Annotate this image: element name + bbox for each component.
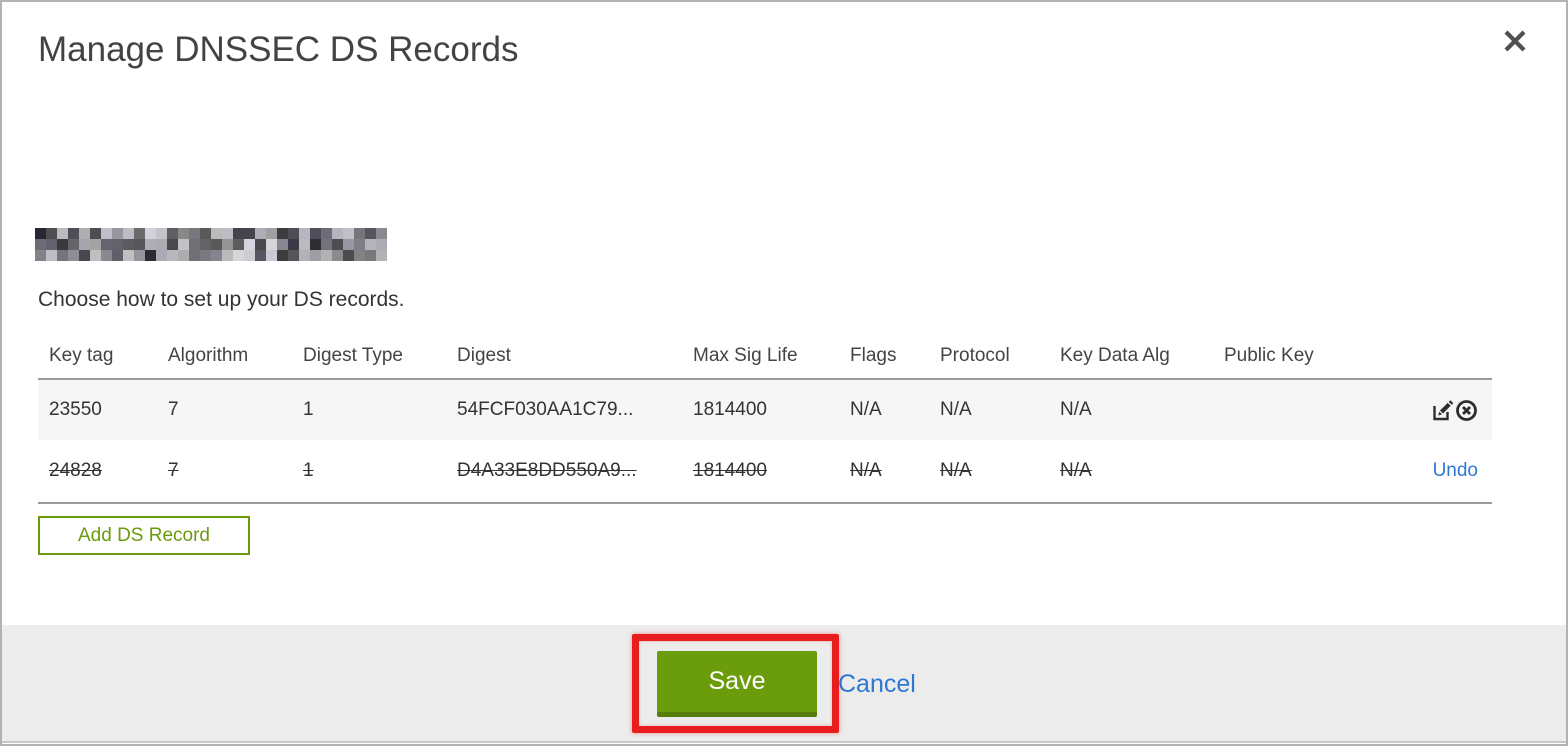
- edit-record-button[interactable]: [1431, 399, 1454, 422]
- cell-digest-type: 1: [303, 399, 314, 420]
- cell-key-tag: 24828: [49, 460, 102, 481]
- undo-link[interactable]: Undo: [1433, 460, 1478, 481]
- col-header-max-sig-life: Max Sig Life: [693, 333, 850, 380]
- cell-algorithm: 7: [168, 460, 179, 481]
- cell-key-data-alg: N/A: [1060, 399, 1092, 420]
- dnssec-modal: Manage DNSSEC DS Records Choose how to s…: [0, 0, 1568, 746]
- col-header-protocol: Protocol: [940, 333, 1060, 380]
- cell-digest: 54FCF030AA1C79...: [457, 399, 634, 420]
- table-header-row: Key tag Algorithm Digest Type Digest Max…: [38, 333, 1492, 380]
- col-header-digest: Digest: [457, 333, 693, 380]
- cell-key-tag: 23550: [49, 399, 102, 420]
- domain-name-redacted: [35, 228, 387, 261]
- cell-key-data-alg: N/A: [1060, 460, 1092, 481]
- modal-footer: Save Cancel: [2, 625, 1566, 743]
- delete-circle-x-icon: [1456, 399, 1477, 421]
- col-header-actions: [1424, 333, 1492, 380]
- close-icon[interactable]: [1502, 28, 1528, 54]
- cell-max-sig-life: 1814400: [693, 460, 767, 481]
- ds-records-table: Key tag Algorithm Digest Type Digest Max…: [38, 333, 1492, 504]
- col-header-flags: Flags: [850, 333, 940, 380]
- table-row: 23550 7 1 54FCF030AA1C79... 1814400 N/A …: [38, 379, 1492, 440]
- save-button[interactable]: Save: [657, 651, 817, 717]
- col-header-key-data-alg: Key Data Alg: [1060, 333, 1224, 380]
- intro-text: Choose how to set up your DS records.: [38, 288, 405, 311]
- cell-digest: D4A33E8DD550A9...: [457, 460, 637, 481]
- table-row-deleted: 24828 7 1 D4A33E8DD550A9... 1814400 N/A …: [38, 440, 1492, 504]
- cell-flags: N/A: [850, 460, 882, 481]
- page-title: Manage DNSSEC DS Records: [38, 30, 519, 69]
- col-header-algorithm: Algorithm: [168, 333, 303, 380]
- cell-max-sig-life: 1814400: [693, 399, 767, 420]
- cell-digest-type: 1: [303, 460, 314, 481]
- col-header-key-tag: Key tag: [38, 333, 168, 380]
- cell-flags: N/A: [850, 399, 882, 420]
- col-header-public-key: Public Key: [1224, 333, 1424, 380]
- delete-record-button[interactable]: [1455, 399, 1478, 422]
- cell-protocol: N/A: [940, 460, 972, 481]
- edit-pencil-icon: [1433, 399, 1454, 420]
- close-x-glyph: [1504, 30, 1526, 52]
- col-header-digest-type: Digest Type: [303, 333, 457, 380]
- cancel-link[interactable]: Cancel: [838, 670, 916, 699]
- cell-algorithm: 7: [168, 399, 179, 420]
- cell-protocol: N/A: [940, 399, 972, 420]
- add-ds-record-button[interactable]: Add DS Record: [38, 516, 250, 555]
